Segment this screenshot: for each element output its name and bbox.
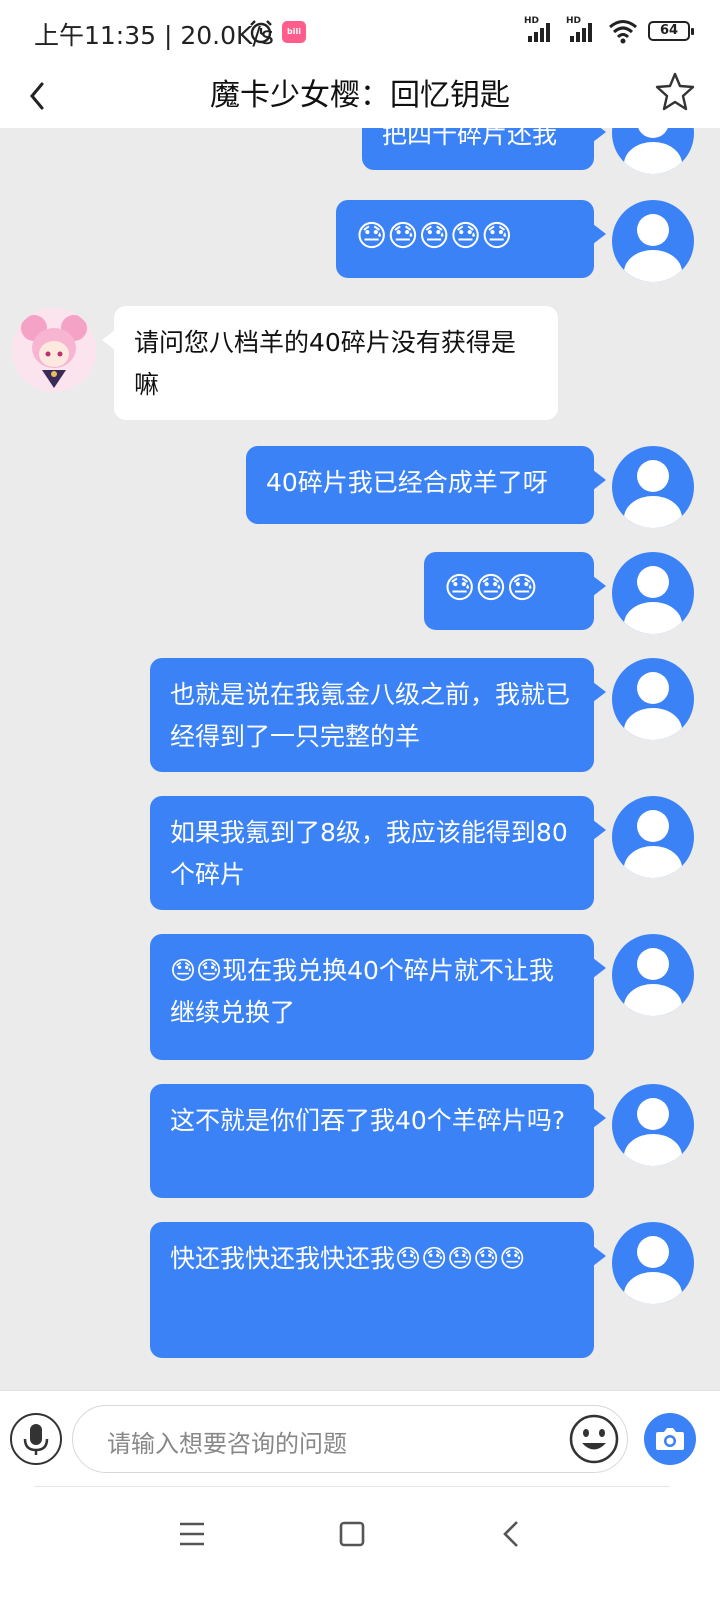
status-time: 上午11:35 | 20.0K/s: [34, 21, 274, 50]
nav-bar: 魔卡少女樱：回忆钥匙: [0, 64, 720, 128]
smiley-icon[interactable]: [567, 1412, 621, 1466]
message-bubble-bot: 请问您八档羊的40碎片没有获得是嘛: [102, 306, 558, 420]
star-icon[interactable]: [654, 70, 696, 112]
message-text: 😓😓😓😓😓: [356, 219, 513, 254]
user-avatar: [612, 1084, 694, 1166]
divider: [34, 1486, 670, 1487]
user-avatar: [612, 1222, 694, 1304]
user-avatar: [612, 934, 694, 1016]
status-bar: 上午11:35 | 20.0K/s bilibilibili HD HD: [0, 0, 720, 64]
message-bubble-user: 快还我快还我快还我😓😓😓😓😓: [150, 1222, 606, 1358]
user-avatar: [612, 128, 694, 174]
status-right-group: HD HD 64: [524, 16, 694, 44]
bilibili-icon: bilibilibili: [282, 21, 306, 43]
message-bubble-user: 😓😓现在我兑换40个碎片就不让我继续兑换了: [150, 934, 606, 1060]
question-input[interactable]: 请输入想要咨询的问题: [72, 1405, 628, 1473]
status-time-text: 上午11:35: [34, 21, 157, 50]
message-bubble-user: 40碎片我已经合成羊了呀: [246, 446, 606, 524]
alarm-icon: [250, 20, 272, 44]
message-bubble-user: 😓😓😓😓😓: [336, 200, 606, 278]
chat-area[interactable]: 把四十碎片还我 😓😓😓😓😓 请问您八档羊的40碎片没有获得是嘛 40碎片我已经合…: [0, 128, 720, 1390]
message-bubble-user: 也就是说在我氪金八级之前，我就已经得到了一只完整的羊: [150, 658, 606, 772]
message-bubble-user: 把四十碎片还我: [362, 128, 606, 170]
input-placeholder: 请输入想要咨询的问题: [107, 1430, 347, 1458]
user-avatar: [612, 200, 694, 282]
system-nav-bar: [0, 1486, 720, 1600]
battery-icon: 64: [648, 21, 694, 41]
back-triangle-icon[interactable]: [492, 1514, 532, 1554]
page-title: 魔卡少女樱：回忆钥匙: [210, 78, 510, 113]
signal-icon: HD: [524, 16, 556, 44]
microphone-icon: [23, 1424, 49, 1455]
menu-icon[interactable]: [172, 1514, 212, 1554]
battery-level: 64: [659, 23, 679, 38]
message-bubble-user: 如果我氪到了8级，我应该能得到80个碎片: [150, 796, 606, 910]
camera-button[interactable]: [644, 1413, 696, 1465]
signal-2-icon: HD: [566, 16, 598, 44]
signal-2-hd-label: HD: [566, 16, 582, 26]
microphone-button[interactable]: [10, 1413, 62, 1465]
message-bubble-user: 😓😓😓: [424, 552, 606, 630]
user-avatar: [612, 446, 694, 528]
camera-icon: [656, 1428, 684, 1450]
message-text: 😓😓😓: [444, 571, 538, 606]
input-bar: 请输入想要咨询的问题: [0, 1390, 720, 1486]
message-bubble-user: 这不就是你们吞了我40个羊碎片吗?: [150, 1084, 606, 1198]
bot-avatar: [12, 308, 96, 392]
user-avatar: [612, 796, 694, 878]
wifi-icon: [609, 20, 637, 44]
user-avatar: [612, 552, 694, 634]
home-square-icon[interactable]: [332, 1514, 372, 1554]
app-screen: 上午11:35 | 20.0K/s bilibilibili HD HD: [0, 0, 720, 1600]
user-avatar: [612, 658, 694, 740]
signal-hd-label: HD: [524, 16, 540, 26]
